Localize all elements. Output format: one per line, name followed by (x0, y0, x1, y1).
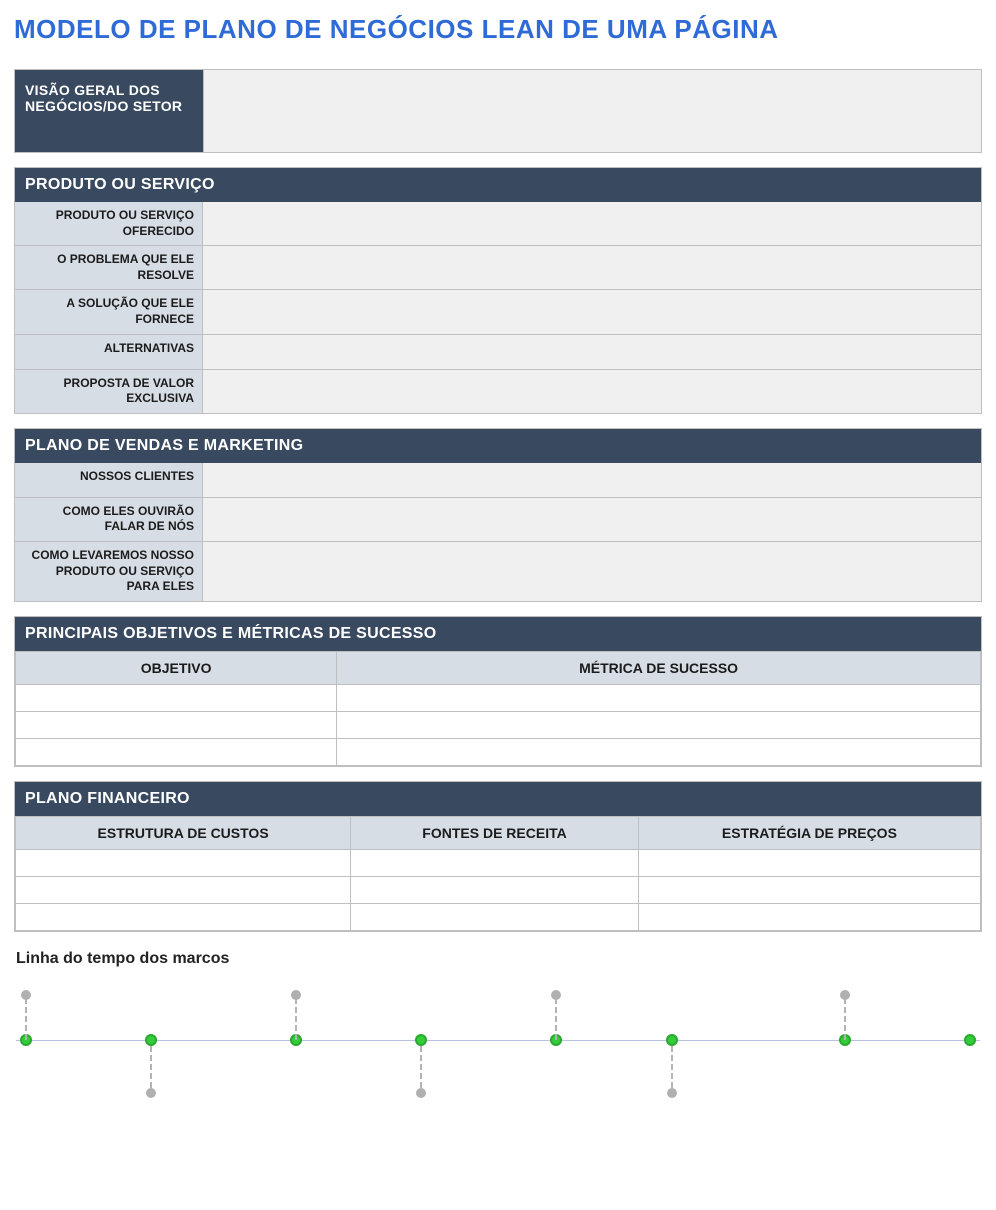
milestone-cap-icon (146, 1088, 156, 1098)
finance-header: PLANO FINANCEIRO (15, 782, 981, 816)
section-objectives: PRINCIPAIS OBJETIVOS E MÉTRICAS DE SUCES… (14, 616, 982, 767)
sales-label: COMO LEVAREMOS NOSSO PRODUTO OU SERVIÇO … (15, 542, 203, 601)
product-value[interactable] (203, 290, 981, 333)
objectives-col-header: MÉTRICA DE SUCESSO (337, 651, 981, 684)
finance-row (16, 876, 981, 903)
sales-row: NOSSOS CLIENTES (15, 463, 981, 497)
finance-cell[interactable] (16, 849, 351, 876)
product-header: PRODUTO OU SERVIÇO (15, 168, 981, 202)
sales-value[interactable] (203, 463, 981, 497)
finance-cell[interactable] (351, 849, 639, 876)
objectives-row (16, 738, 981, 765)
finance-cell[interactable] (638, 903, 980, 930)
sales-label: COMO ELES OUVIRÃO FALAR DE NÓS (15, 498, 203, 541)
overview-value[interactable] (203, 70, 981, 152)
milestone-cap-icon (416, 1088, 426, 1098)
section-product: PRODUTO OU SERVIÇO PRODUTO OU SERVIÇO OF… (14, 167, 982, 414)
product-row: ALTERNATIVAS (15, 334, 981, 369)
milestone-stem (844, 998, 846, 1040)
milestone-cap-icon (551, 990, 561, 1000)
section-sales: PLANO DE VENDAS E MARKETING NOSSOS CLIEN… (14, 428, 982, 602)
objectives-row (16, 684, 981, 711)
milestone-dot-icon[interactable] (964, 1034, 976, 1046)
objectives-col-header: OBJETIVO (16, 651, 337, 684)
milestone-stem (25, 998, 27, 1040)
finance-cell[interactable] (351, 903, 639, 930)
sales-header: PLANO DE VENDAS E MARKETING (15, 429, 981, 463)
milestone-cap-icon (291, 990, 301, 1000)
objectives-cell[interactable] (337, 711, 981, 738)
sales-value[interactable] (203, 542, 981, 601)
finance-col-header: ESTRATÉGIA DE PREÇOS (638, 816, 980, 849)
sales-row: COMO ELES OUVIRÃO FALAR DE NÓS (15, 497, 981, 541)
sales-row: COMO LEVAREMOS NOSSO PRODUTO OU SERVIÇO … (15, 541, 981, 601)
milestone-stem (420, 1046, 422, 1088)
sales-value[interactable] (203, 498, 981, 541)
product-row: PROPOSTA DE VALOR EXCLUSIVA (15, 369, 981, 413)
section-overview: VISÃO GERAL DOS NEGÓCIOS/DO SETOR (14, 69, 982, 153)
milestone-stem (671, 1046, 673, 1088)
milestone-cap-icon (21, 990, 31, 1000)
timeline (16, 980, 980, 1100)
milestone-dot-icon[interactable] (666, 1034, 678, 1046)
finance-col-header: FONTES DE RECEITA (351, 816, 639, 849)
objectives-cell[interactable] (337, 684, 981, 711)
product-row: A SOLUÇÃO QUE ELE FORNECE (15, 289, 981, 333)
milestone-cap-icon (840, 990, 850, 1000)
objectives-cell[interactable] (16, 684, 337, 711)
finance-col-header: ESTRUTURA DE CUSTOS (16, 816, 351, 849)
product-label: ALTERNATIVAS (15, 335, 203, 369)
product-label: O PROBLEMA QUE ELE RESOLVE (15, 246, 203, 289)
finance-row (16, 849, 981, 876)
product-value[interactable] (203, 335, 981, 369)
objectives-row (16, 711, 981, 738)
milestone-dot-icon[interactable] (415, 1034, 427, 1046)
objectives-cell[interactable] (16, 738, 337, 765)
product-value[interactable] (203, 370, 981, 413)
section-finance: PLANO FINANCEIRO ESTRUTURA DE CUSTOSFONT… (14, 781, 982, 932)
finance-cell[interactable] (16, 876, 351, 903)
product-row: PRODUTO OU SERVIÇO OFERECIDO (15, 202, 981, 245)
timeline-axis (16, 1040, 980, 1041)
finance-table: ESTRUTURA DE CUSTOSFONTES DE RECEITAESTR… (15, 816, 981, 931)
product-value[interactable] (203, 246, 981, 289)
finance-cell[interactable] (16, 903, 351, 930)
milestone-cap-icon (667, 1088, 677, 1098)
product-row: O PROBLEMA QUE ELE RESOLVE (15, 245, 981, 289)
product-value[interactable] (203, 202, 981, 245)
finance-cell[interactable] (638, 849, 980, 876)
objectives-cell[interactable] (16, 711, 337, 738)
product-label: A SOLUÇÃO QUE ELE FORNECE (15, 290, 203, 333)
finance-cell[interactable] (638, 876, 980, 903)
product-label: PROPOSTA DE VALOR EXCLUSIVA (15, 370, 203, 413)
objectives-table: OBJETIVOMÉTRICA DE SUCESSO (15, 651, 981, 766)
product-label: PRODUTO OU SERVIÇO OFERECIDO (15, 202, 203, 245)
milestone-stem (150, 1046, 152, 1088)
objectives-cell[interactable] (337, 738, 981, 765)
timeline-title: Linha do tempo dos marcos (16, 950, 982, 968)
objectives-header: PRINCIPAIS OBJETIVOS E MÉTRICAS DE SUCES… (15, 617, 981, 651)
milestone-stem (295, 998, 297, 1040)
overview-label: VISÃO GERAL DOS NEGÓCIOS/DO SETOR (15, 70, 203, 152)
finance-row (16, 903, 981, 930)
finance-cell[interactable] (351, 876, 639, 903)
page-title: MODELO DE PLANO DE NEGÓCIOS LEAN DE UMA … (14, 14, 982, 45)
sales-label: NOSSOS CLIENTES (15, 463, 203, 497)
milestone-stem (555, 998, 557, 1040)
milestone-dot-icon[interactable] (145, 1034, 157, 1046)
